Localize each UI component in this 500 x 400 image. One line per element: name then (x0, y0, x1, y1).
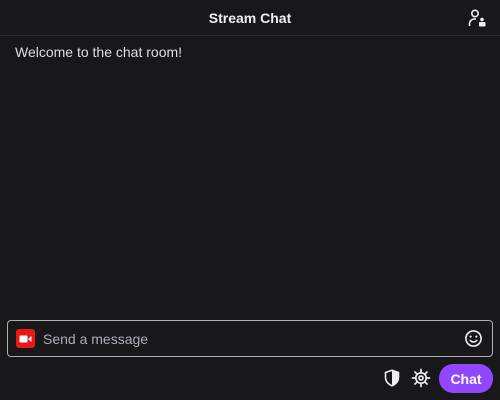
page-title: Stream Chat (208, 10, 292, 26)
community-users-icon (468, 9, 486, 27)
moderation-shield-button[interactable] (381, 366, 403, 390)
chat-settings-button[interactable] (409, 366, 433, 390)
message-input-container (7, 320, 493, 357)
chat-message-list: Welcome to the chat room! (0, 37, 500, 313)
emoji-button[interactable] (463, 328, 484, 349)
camera-icon[interactable] (16, 329, 35, 348)
chat-header: Stream Chat (0, 0, 500, 36)
camera-glyph (19, 335, 32, 342)
chat-message: Welcome to the chat room! (15, 44, 183, 60)
community-users-button[interactable] (466, 6, 490, 30)
gear-icon (411, 368, 431, 388)
shield-icon (384, 369, 400, 387)
message-input[interactable] (43, 321, 453, 356)
emoji-smile-icon (465, 330, 482, 347)
send-chat-button[interactable]: Chat (439, 364, 493, 393)
